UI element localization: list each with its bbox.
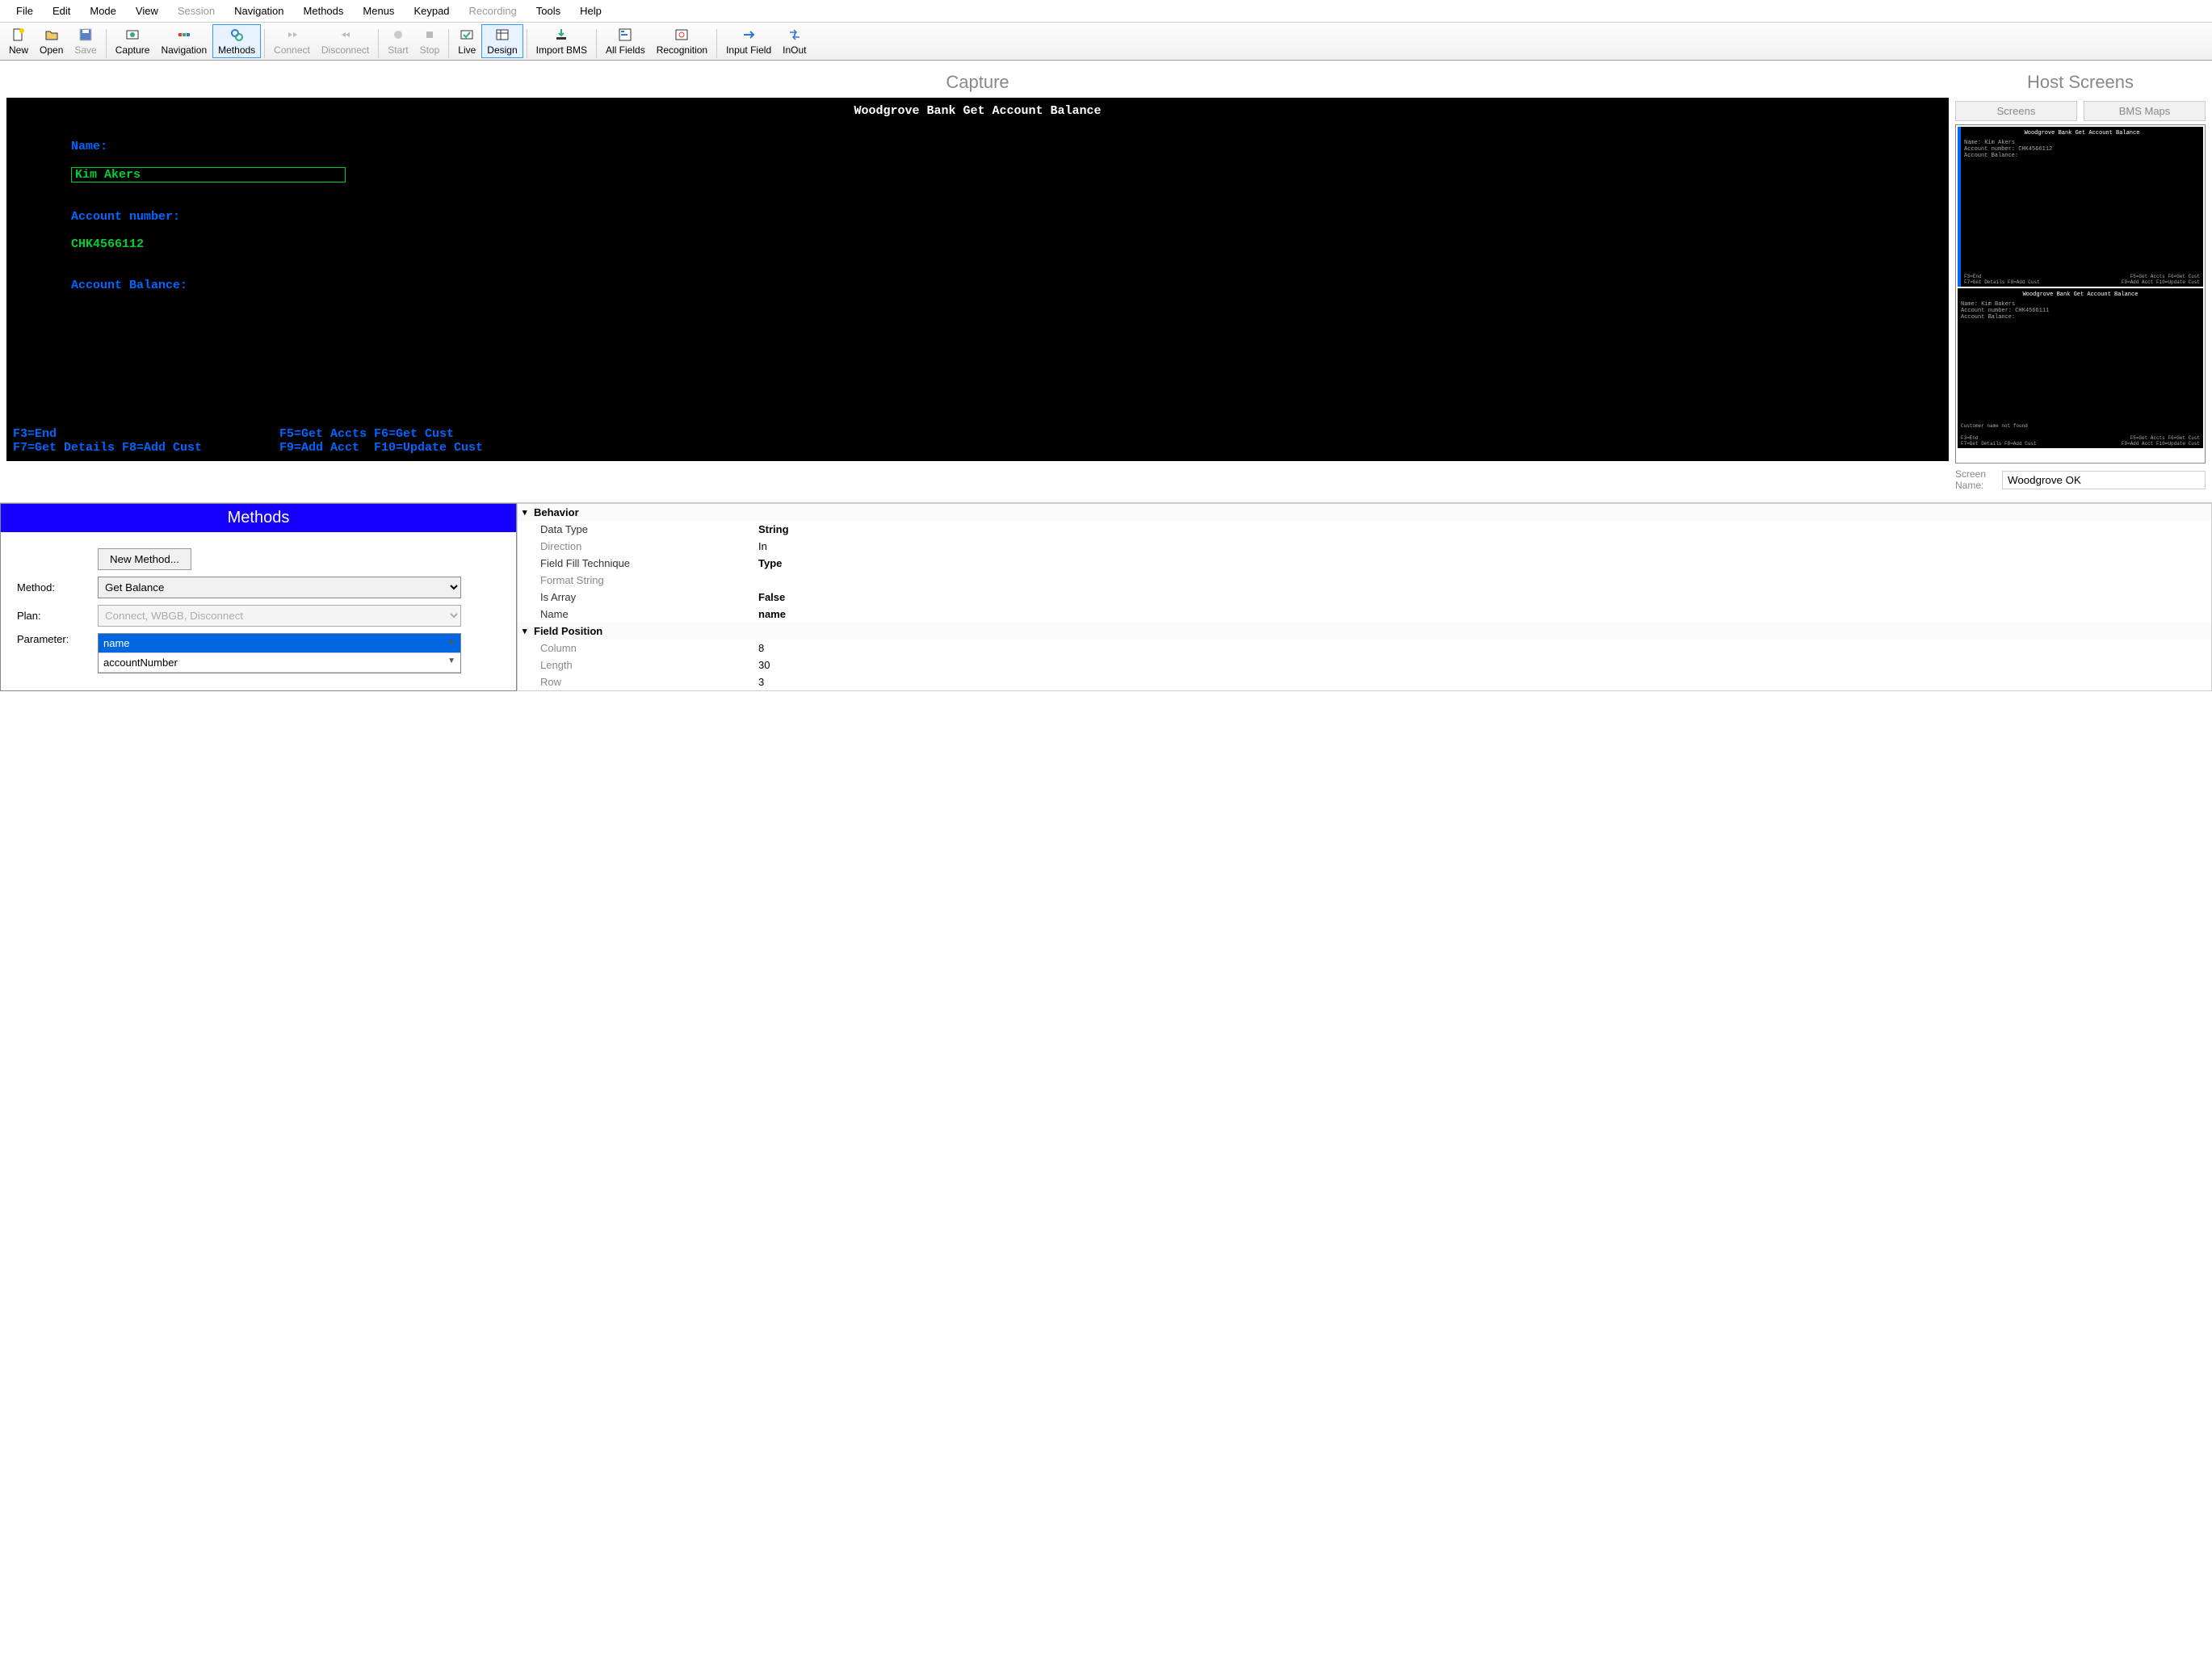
toolbar-open[interactable]: Open	[34, 24, 69, 58]
menu-mode[interactable]: Mode	[80, 2, 126, 20]
toolbar-capture[interactable]: Capture	[110, 24, 156, 58]
term-acct-label: Account number:	[71, 210, 180, 224]
host-screens-scroll[interactable]: Woodgrove Bank Get Account BalanceName: …	[1958, 127, 2203, 461]
prop-row[interactable]: Is ArrayFalse	[518, 589, 2211, 606]
host-screen-thumb[interactable]: Woodgrove Bank Get Account BalanceName: …	[1958, 288, 2203, 448]
methods-title: Methods	[1, 504, 516, 532]
menubar: FileEditModeViewSessionNavigationMethods…	[0, 0, 2212, 22]
nav-icon	[176, 27, 192, 43]
menu-view[interactable]: View	[126, 2, 168, 20]
recog-icon	[674, 27, 690, 43]
screen-name-input[interactable]	[2002, 471, 2206, 489]
term-bal-label: Account Balance:	[71, 279, 187, 292]
parameter-list[interactable]: name▲accountNumber▼	[98, 633, 461, 673]
capture-title: Capture	[6, 67, 1949, 98]
menu-tools[interactable]: Tools	[527, 2, 570, 20]
menu-file[interactable]: File	[6, 2, 43, 20]
toolbar-start: Start	[382, 24, 413, 58]
screen-name-label: Screen Name:	[1955, 468, 1996, 491]
tab-screens[interactable]: Screens	[1955, 101, 2077, 121]
fkey-row1-right: F5=Get Accts F6=Get Cust	[279, 427, 454, 441]
host-screens-title: Host Screens	[1955, 67, 2206, 98]
toolbar-disconnect: Disconnect	[316, 24, 375, 58]
methods-icon	[229, 27, 245, 43]
toolbar-navigation[interactable]: Navigation	[155, 24, 212, 58]
inputfield-icon	[741, 27, 757, 43]
new-icon	[10, 27, 27, 43]
prop-row[interactable]: Column8	[518, 640, 2211, 657]
prop-category[interactable]: ▾Behavior	[518, 504, 2211, 521]
fkey-row2-right: F9=Add Acct F10=Update Cust	[279, 441, 483, 455]
inout-icon	[787, 27, 803, 43]
workspace: Capture Woodgrove Bank Get Account Balan…	[0, 61, 2212, 502]
menu-session: Session	[168, 2, 225, 20]
plan-label: Plan:	[17, 610, 98, 622]
toolbar-all-fields[interactable]: All Fields	[600, 24, 651, 58]
menu-navigation[interactable]: Navigation	[225, 2, 293, 20]
menu-methods[interactable]: Methods	[294, 2, 354, 20]
method-label: Method:	[17, 581, 98, 594]
plan-combo: Connect, WBGB, Disconnect	[98, 605, 461, 627]
import-icon	[553, 27, 569, 43]
prop-row[interactable]: Format String	[518, 572, 2211, 589]
toolbar-input-field[interactable]: Input Field	[720, 24, 777, 58]
host-screens-list: Woodgrove Bank Get Account BalanceName: …	[1955, 124, 2206, 464]
prop-row[interactable]: Namename	[518, 606, 2211, 623]
allfields-icon	[617, 27, 633, 43]
prop-row[interactable]: DirectionIn	[518, 538, 2211, 555]
prop-row[interactable]: Data TypeString	[518, 521, 2211, 538]
fkey-row2-left: F7=Get Details F8=Add Cust	[13, 441, 279, 455]
parameter-item[interactable]: accountNumber▼	[99, 653, 460, 673]
host-screen-thumb[interactable]: Woodgrove Bank Get Account BalanceName: …	[1958, 127, 2203, 287]
term-name-label: Name:	[71, 140, 107, 153]
design-icon	[494, 27, 510, 43]
menu-edit[interactable]: Edit	[43, 2, 80, 20]
toolbar: NewOpenSaveCaptureNavigationMethodsConne…	[0, 22, 2212, 61]
terminal-header: Woodgrove Bank Get Account Balance	[13, 104, 1942, 118]
toolbar-inout[interactable]: InOut	[777, 24, 812, 58]
methods-pane: Methods New Method... Method: Get Balanc…	[0, 503, 517, 691]
menu-recording: Recording	[460, 2, 527, 20]
chevron-down-icon: ▾	[523, 507, 534, 518]
fkey-row1-left: F3=End	[13, 427, 279, 441]
parameter-label: Parameter:	[17, 633, 98, 645]
method-combo[interactable]: Get Balance	[98, 577, 461, 598]
prop-row[interactable]: Field Fill TechniqueType	[518, 555, 2211, 572]
toolbar-live[interactable]: Live	[452, 24, 481, 58]
capture-pane: Capture Woodgrove Bank Get Account Balan…	[6, 67, 1949, 496]
menu-menus[interactable]: Menus	[353, 2, 404, 20]
toolbar-import-bms[interactable]: Import BMS	[531, 24, 593, 58]
save-icon	[78, 27, 94, 43]
stop-icon	[422, 27, 438, 43]
open-icon	[44, 27, 60, 43]
toolbar-methods[interactable]: Methods	[212, 24, 261, 58]
prop-row[interactable]: Length30	[518, 657, 2211, 673]
toolbar-design[interactable]: Design	[481, 24, 523, 58]
live-icon	[459, 27, 475, 43]
tab-bms-maps[interactable]: BMS Maps	[2084, 101, 2206, 121]
capture-icon	[124, 27, 141, 43]
prop-category[interactable]: ▾Field Position	[518, 623, 2211, 640]
term-acct-value: CHK4566112	[71, 237, 144, 251]
menu-help[interactable]: Help	[570, 2, 611, 20]
host-screens-pane: Host Screens Screens BMS Maps Woodgrove …	[1955, 67, 2206, 496]
disconnect-icon	[338, 27, 354, 43]
toolbar-save: Save	[69, 24, 102, 58]
connect-icon	[284, 27, 300, 43]
start-icon	[390, 27, 406, 43]
properties-pane: ▾BehaviorData TypeStringDirectionInField…	[517, 503, 2212, 691]
prop-row[interactable]: Row3	[518, 673, 2211, 690]
parameter-item[interactable]: name▲	[99, 634, 460, 653]
chevron-down-icon: ▾	[523, 626, 534, 636]
terminal[interactable]: Woodgrove Bank Get Account Balance Name:…	[6, 98, 1949, 461]
bottom-panes: Methods New Method... Method: Get Balanc…	[0, 502, 2212, 691]
new-method-button[interactable]: New Method...	[98, 548, 191, 570]
toolbar-recognition[interactable]: Recognition	[651, 24, 713, 58]
host-screens-tabs: Screens BMS Maps	[1955, 98, 2206, 124]
toolbar-new[interactable]: New	[3, 24, 34, 58]
term-name-field[interactable]: Kim Akers	[71, 167, 346, 182]
toolbar-stop: Stop	[414, 24, 446, 58]
menu-keypad[interactable]: Keypad	[404, 2, 459, 20]
toolbar-connect: Connect	[268, 24, 316, 58]
